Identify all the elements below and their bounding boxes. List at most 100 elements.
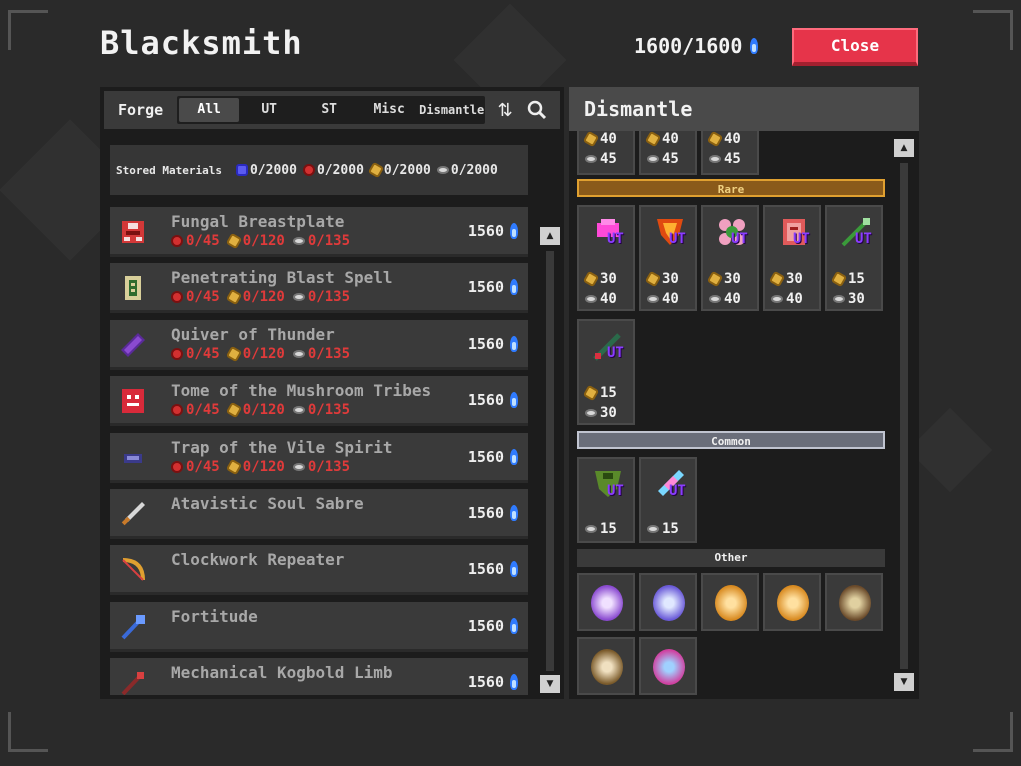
dismantle-item[interactable]: UT 15 (639, 457, 697, 543)
dismantle-item[interactable]: UT 30 40 (577, 205, 635, 311)
cost-value: 1560 (467, 447, 504, 466)
cost-value: 1560 (467, 278, 504, 297)
requirement-value: 0/120 (242, 233, 285, 249)
rare-section-header: Rare (577, 179, 885, 197)
gold-ore-icon (225, 289, 242, 306)
requirement-value: 0/135 (307, 289, 351, 306)
requirement-value: 0/120 (242, 345, 285, 362)
recipe-cost: 1560 (468, 503, 520, 523)
cost-value: 30 (662, 271, 679, 287)
scroll-up-button[interactable]: ▲ (894, 139, 914, 157)
blue-flame-icon (508, 559, 520, 579)
gold-cost: 30 (706, 270, 741, 288)
dismantle-item[interactable]: UT 30 40 (763, 205, 821, 311)
red-gem-icon (171, 291, 183, 304)
requirement-value: 0/120 (242, 458, 285, 475)
blue-flame-icon (508, 616, 520, 636)
recipe-item[interactable]: Clockwork Repeater 1560 (110, 545, 528, 596)
tab-st[interactable]: ST (299, 98, 359, 122)
recipe-item[interactable]: Fungal Breastplate 0/45 0/120 0/135 1560 (110, 207, 528, 257)
recipe-item[interactable]: Quiver of Thunder 0/45 0/120 0/135 1560 (110, 319, 528, 370)
recipe-scrollbar[interactable]: ▲ ▼ (540, 227, 560, 695)
requirement-value: 0/135 (307, 458, 351, 475)
scroll-track[interactable] (900, 163, 908, 669)
dismantle-item[interactable]: UT 15 30 (577, 319, 635, 425)
dismantle-item[interactable]: 40 45 (701, 131, 759, 175)
blue-crystal-icon (235, 164, 248, 176)
gold-ore-icon (706, 131, 724, 148)
silver-ore-icon (585, 409, 597, 417)
recipe-item[interactable]: Atavistic Soul Sabre 1560 (110, 488, 528, 539)
materials-label: Stored Materials (116, 163, 222, 177)
silver-cost: 15 (647, 521, 679, 537)
scroll-down-button[interactable]: ▼ (540, 675, 560, 693)
corner-ornament (8, 712, 48, 752)
gold-ore-icon (644, 270, 662, 288)
recipe-item[interactable]: Fortitude 1560 (110, 601, 528, 652)
recipe-requirements: 0/45 0/120 0/135 (171, 345, 350, 362)
gold-cost: 40 (706, 131, 741, 148)
dismantle-item[interactable]: UT 30 40 (639, 205, 697, 311)
dismantle-item[interactable] (639, 573, 697, 631)
recipe-requirements: 0/45 0/120 0/135 (171, 458, 351, 475)
blue-flame-icon (508, 672, 520, 692)
silver-ore-icon (647, 155, 659, 163)
cost-value: 15 (662, 521, 679, 537)
silver-ore-icon (709, 295, 721, 303)
recipe-item[interactable]: Trap of the Vile Spirit 0/45 0/120 0/135… (110, 432, 528, 483)
dismantle-item[interactable] (763, 573, 821, 631)
scroll-track[interactable] (546, 251, 554, 671)
tab-all[interactable]: All (179, 98, 240, 122)
material-value: 0/2000 (450, 162, 498, 178)
tab-dismantle[interactable]: Dismantle (419, 98, 484, 122)
gold-ore-icon (225, 232, 242, 250)
stored-materials: Stored Materials 0/2000 0/2000 0/2000 0/… (110, 145, 528, 195)
silver-cost: 40 (709, 291, 741, 307)
dismantle-item[interactable] (825, 573, 883, 631)
dismantle-item[interactable]: UT 15 (577, 457, 635, 543)
sort-icon[interactable]: ⇅ (493, 98, 517, 122)
scroll-down-button[interactable]: ▼ (894, 673, 914, 691)
quiver-icon (121, 332, 145, 357)
recipe-requirements: 0/45 0/120 0/135 (171, 401, 350, 419)
ut-badge: UT (669, 483, 686, 499)
close-button[interactable]: Close (792, 28, 918, 66)
gold-cost: 15 (582, 384, 617, 402)
silver-ore-icon (292, 237, 305, 245)
recipe-item[interactable]: Tome of the Mushroom Tribes 0/45 0/120 0… (110, 376, 528, 427)
dismantle-scrollbar[interactable]: ▲ ▼ (893, 137, 915, 693)
recipe-requirements: 0/45 0/120 0/135 (171, 232, 350, 250)
forge-tabbar: Forge All UT ST Misc Dismantle ⇅ (104, 91, 560, 129)
recipe-cost: 1560 (468, 672, 520, 692)
cost-value: 15 (600, 521, 617, 537)
recipe-item[interactable]: Mechanical Kogbold Limb 1560 (110, 658, 528, 695)
dismantle-item[interactable] (577, 573, 635, 631)
gold-cost: 40 (582, 131, 617, 148)
dismantle-item[interactable] (639, 637, 697, 695)
dismantle-item[interactable]: 40 45 (577, 131, 635, 175)
silver-cost: 30 (585, 405, 617, 421)
dismantle-item[interactable] (577, 637, 635, 695)
dismantle-item[interactable] (701, 573, 759, 631)
recipe-item[interactable]: Penetrating Blast Spell 0/45 0/120 0/135… (110, 263, 528, 314)
silver-ore-icon (292, 349, 305, 358)
red-gem-icon (171, 460, 183, 473)
cost-value: 1560 (467, 503, 504, 522)
cost-value: 1560 (467, 616, 504, 635)
scroll-up-button[interactable]: ▲ (540, 227, 560, 245)
requirement-value: 0/45 (186, 233, 220, 249)
silver-cost: 45 (709, 151, 741, 167)
dismantle-item[interactable]: 40 45 (639, 131, 697, 175)
recipe-name: Penetrating Blast Spell (171, 268, 393, 288)
recipe-cost: 1560 (468, 277, 520, 297)
dismantle-item[interactable]: UT 15 30 (825, 205, 883, 311)
tab-misc[interactable]: Misc (359, 98, 419, 122)
cost-value: 40 (724, 131, 741, 147)
search-icon[interactable] (525, 98, 549, 122)
requirement-value: 0/45 (186, 458, 220, 475)
background-diamond (907, 407, 993, 493)
dismantle-item[interactable]: UT 30 40 (701, 205, 759, 311)
tab-ut[interactable]: UT (239, 98, 299, 122)
essence-counter: 1600/1600 (634, 34, 760, 58)
requirement-value: 0/120 (242, 289, 285, 306)
